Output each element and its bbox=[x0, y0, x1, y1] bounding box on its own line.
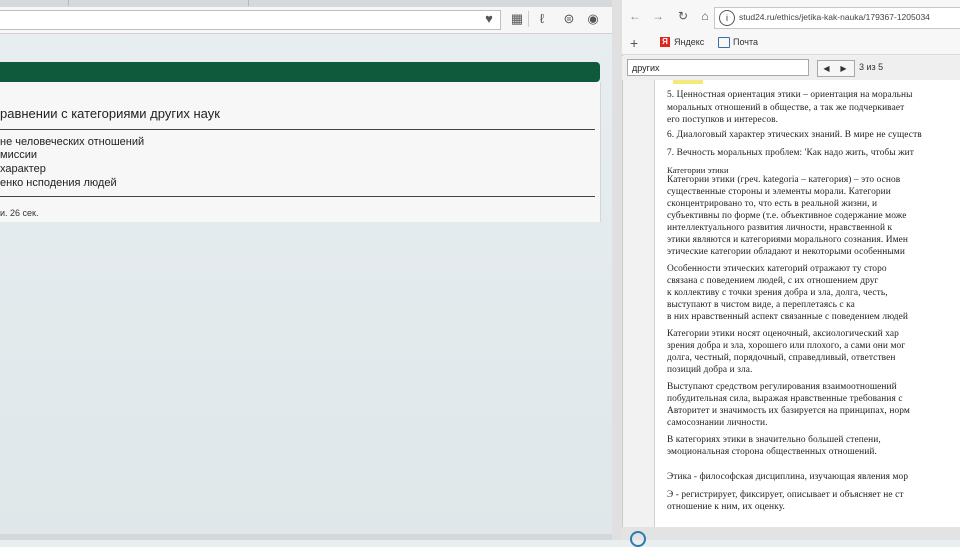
find-bar: других ◀ ▶ 3 из 5 bbox=[622, 56, 960, 80]
duration-note: и. 26 сек. bbox=[0, 208, 39, 218]
apps-grid-icon[interactable]: ▦ bbox=[509, 11, 525, 27]
document-line: Категории этики bbox=[667, 165, 729, 175]
find-count: 3 из 5 bbox=[859, 62, 884, 72]
document-line: этические категории обладают и некоторым… bbox=[667, 247, 905, 257]
document-line: Э - регистрирует, фиксирует, описывает и… bbox=[667, 490, 904, 500]
list-item: не человеческих отношений bbox=[0, 136, 145, 148]
document-line: моральных отношений в обществе, а так же… bbox=[667, 103, 905, 113]
reload-icon[interactable]: ↻ bbox=[676, 9, 690, 23]
document-line: субъективны по форме (т.е. объективное с… bbox=[667, 211, 907, 221]
window-divider[interactable] bbox=[612, 0, 623, 540]
tab-separator bbox=[68, 0, 199, 6]
document-line: отношение к ним, их оценку. bbox=[667, 502, 785, 512]
document-line: позиций добра и зла. bbox=[667, 365, 753, 375]
extension-icon[interactable]: ℓ bbox=[534, 11, 550, 27]
document-line: его поступков и интересов. bbox=[667, 115, 779, 125]
document-line: Авторитет и значимость их базируется на … bbox=[667, 406, 910, 416]
document-line: В категориях этики в значительно большей… bbox=[667, 435, 881, 445]
bookmarks-bar: + Я Яндекс Почта bbox=[622, 32, 960, 55]
document-line: самосознании личности. bbox=[667, 418, 768, 428]
document-line: 5. Ценностная ориентация этики – ориента… bbox=[667, 90, 913, 100]
left-browser-window: ♥ ▦ ℓ ⊜ ◉ равнении с категориями других … bbox=[0, 0, 612, 540]
document-line: выступают в чистом виде, а переплетаясь … bbox=[667, 300, 855, 310]
divider bbox=[0, 196, 595, 197]
document-line: побудительная сила, выражая нравственные… bbox=[667, 394, 903, 404]
start-button-icon[interactable] bbox=[630, 531, 646, 547]
document-page: 5. Ценностная ориентация этики – ориента… bbox=[654, 80, 960, 527]
document-line: сконцентрировано то, что есть в реальной… bbox=[667, 199, 878, 209]
content-panel: равнении с категориями других наук не че… bbox=[0, 82, 601, 222]
tab-separator bbox=[248, 0, 349, 6]
document-line: Категории этики носят оценочный, аксиоло… bbox=[667, 329, 899, 339]
list-item: характер bbox=[0, 163, 46, 175]
find-highlight bbox=[673, 80, 703, 84]
document-line: Выступают средством регулирования взаимо… bbox=[667, 382, 897, 392]
address-bar[interactable]: i stud24.ru/ethics/jetika-kak-nauka/1793… bbox=[714, 7, 960, 29]
document-line: Категории этики (греч. kategoria – катег… bbox=[667, 175, 901, 185]
yandex-icon: Я bbox=[660, 37, 670, 47]
add-bookmark-icon[interactable]: + bbox=[630, 35, 638, 51]
list-item: енко нсподения людей bbox=[0, 177, 117, 189]
find-input[interactable]: других bbox=[627, 59, 809, 76]
download-icon[interactable]: ⊜ bbox=[561, 11, 577, 27]
find-previous-icon[interactable]: ◀ bbox=[818, 61, 835, 76]
site-header-bar bbox=[0, 62, 600, 82]
document-line: этики являются и категориями морального … bbox=[667, 235, 909, 245]
mail-icon bbox=[718, 37, 730, 48]
document-line: 6. Диалоговый характер этических знаний.… bbox=[667, 130, 922, 140]
document-line: в них нравственный аспект связанные с по… bbox=[667, 312, 908, 322]
toolbar-separator bbox=[528, 11, 529, 27]
bookmark-yandex[interactable]: Яндекс bbox=[674, 37, 704, 47]
document-line: Особенности этических категорий отражают… bbox=[667, 264, 887, 274]
divider bbox=[0, 129, 595, 130]
profile-icon[interactable]: ◉ bbox=[585, 11, 601, 27]
back-arrow-icon[interactable]: ← bbox=[628, 9, 642, 23]
section-heading: равнении с категориями других наук bbox=[0, 106, 220, 121]
document-line: к коллективу с точки зрения добра и зла,… bbox=[667, 288, 888, 298]
document-line: долга, честный, порядочный, справедливый… bbox=[667, 353, 896, 363]
address-url[interactable]: stud24.ru/ethics/jetika-kak-nauka/179367… bbox=[739, 12, 930, 22]
document-line: эмоциональная сторона общественных отнош… bbox=[667, 447, 877, 457]
taskbar-strip bbox=[0, 534, 612, 540]
bottom-bar bbox=[622, 527, 960, 547]
bookmark-mail[interactable]: Почта bbox=[733, 37, 758, 47]
document-line: существенные стороны и элементы морали. … bbox=[667, 187, 891, 197]
document-line: Этика - философская дисциплина, изучающа… bbox=[667, 472, 909, 482]
home-icon[interactable]: ⌂ bbox=[698, 9, 712, 23]
document-line: зрения добра и зла, хорошего или плохого… bbox=[667, 341, 906, 351]
forward-arrow-icon[interactable]: → bbox=[651, 9, 665, 23]
document-line: связана с поведением людей, с их отношен… bbox=[667, 276, 879, 286]
find-navigation: ◀ ▶ bbox=[817, 60, 855, 77]
info-icon[interactable]: i bbox=[719, 10, 735, 26]
address-bar[interactable] bbox=[0, 10, 501, 30]
favorite-heart-icon[interactable]: ♥ bbox=[481, 11, 497, 27]
right-browser-window: ← → ↻ ⌂ i stud24.ru/ethics/jetika-kak-na… bbox=[612, 0, 960, 547]
list-item: миссии bbox=[0, 149, 37, 161]
document-line: 7. Вечность моральных проблем: 'Как надо… bbox=[667, 148, 914, 158]
document-line: интеллектуального развития личности, нра… bbox=[667, 223, 893, 233]
find-next-icon[interactable]: ▶ bbox=[835, 61, 852, 76]
